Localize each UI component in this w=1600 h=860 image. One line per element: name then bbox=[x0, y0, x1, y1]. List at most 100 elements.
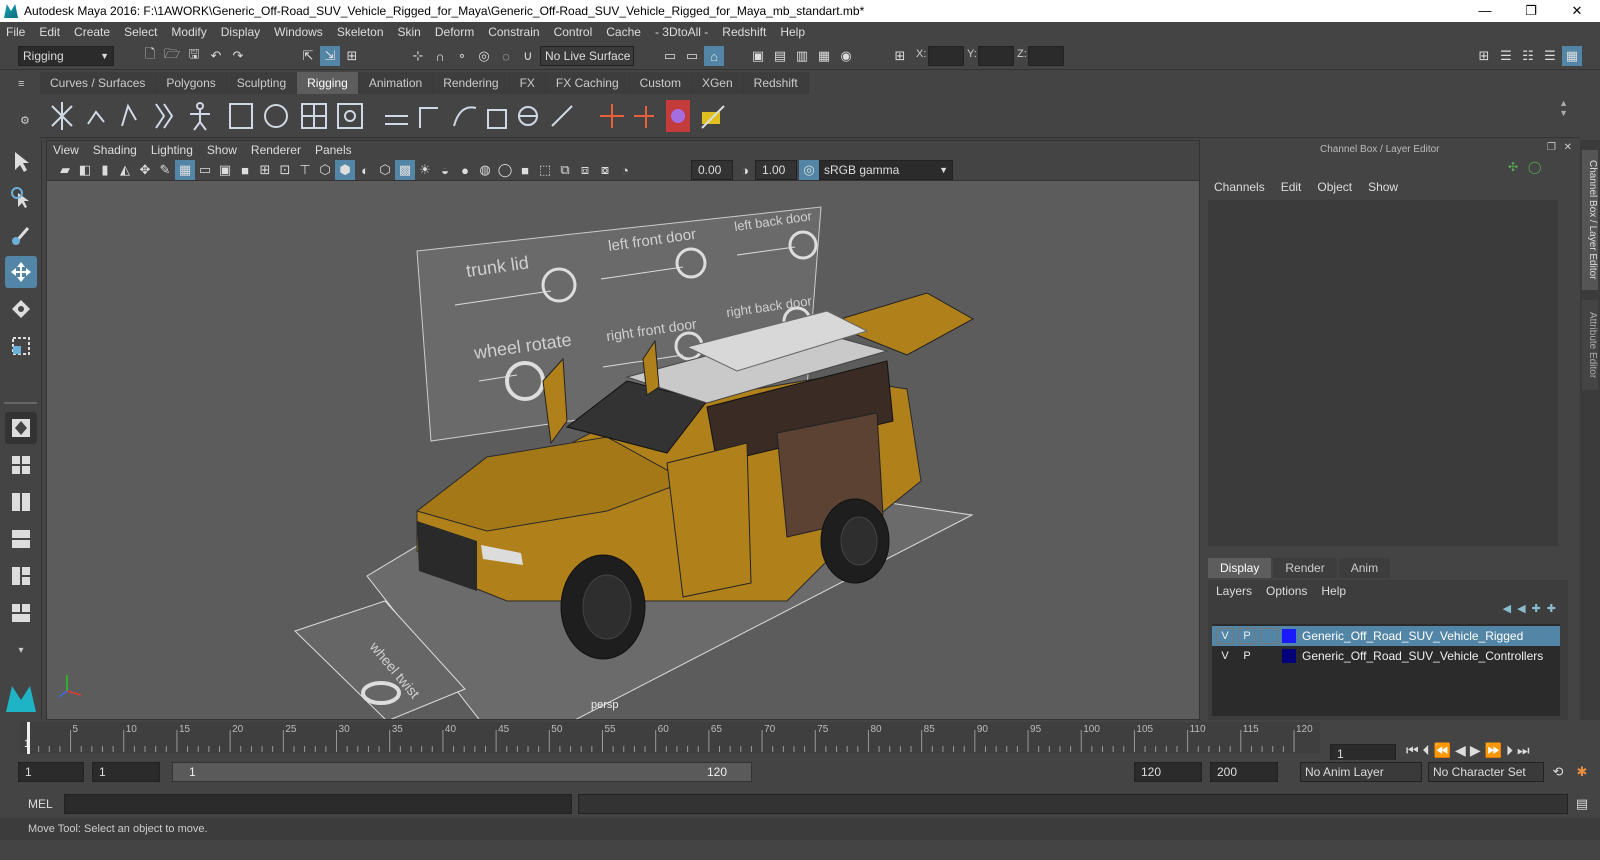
playback-start-field[interactable]: 1 bbox=[92, 762, 160, 782]
shelf-scroll-icon[interactable]: ▲ ▼ bbox=[1559, 98, 1568, 118]
close-panel-icon[interactable]: ✕ bbox=[1564, 142, 1572, 153]
menu-skeleton[interactable]: Skeleton bbox=[337, 25, 384, 39]
new-scene-icon[interactable]: 🗋 bbox=[140, 46, 160, 66]
animation-preferences-icon[interactable]: ✱ bbox=[1572, 762, 1592, 782]
auto-key-icon[interactable]: ⟲ bbox=[1548, 762, 1568, 782]
persp-outliner-layout-icon[interactable] bbox=[5, 486, 37, 518]
smooth-shade-icon[interactable]: ⬢ bbox=[335, 160, 355, 180]
viewport-menu-show[interactable]: Show bbox=[207, 143, 237, 157]
grid-toggle-icon[interactable]: ▦ bbox=[175, 160, 195, 180]
construction-history-icon[interactable]: ⌂ bbox=[704, 46, 724, 66]
tab-animation[interactable]: Animation bbox=[358, 72, 434, 94]
new-layer-selected-icon[interactable]: ✚ bbox=[1547, 602, 1556, 615]
single-perspective-layout-icon[interactable] bbox=[5, 412, 37, 444]
play-forward-icon[interactable]: ▶ bbox=[1470, 742, 1481, 759]
four-view-layout-icon[interactable] bbox=[5, 449, 37, 481]
tab-polygons[interactable]: Polygons bbox=[156, 72, 227, 94]
2d-pan-zoom-icon[interactable]: ✥ bbox=[135, 160, 155, 180]
end-time-field[interactable]: 200 bbox=[1210, 762, 1278, 782]
tool-settings-icon[interactable]: ☷ bbox=[1518, 46, 1538, 66]
redo-icon[interactable]: ↷ bbox=[228, 46, 248, 66]
more-layouts-icon[interactable]: ▾ bbox=[5, 634, 37, 666]
menu-skin[interactable]: Skin bbox=[398, 25, 421, 39]
help-menu[interactable]: Help bbox=[1321, 584, 1346, 598]
new-layer-icon[interactable]: ✚ bbox=[1532, 602, 1541, 615]
select-by-object-icon[interactable]: ⇲ bbox=[320, 46, 340, 66]
paint-select-tool-icon[interactable] bbox=[5, 219, 37, 251]
layer-visibility-toggle[interactable]: V bbox=[1216, 648, 1234, 664]
z-field[interactable] bbox=[1028, 46, 1064, 66]
channels-menu[interactable]: Channels bbox=[1214, 180, 1265, 194]
field-chart-icon[interactable]: ⊞ bbox=[255, 160, 275, 180]
menu-display[interactable]: Display bbox=[221, 25, 260, 39]
snap-curve-icon[interactable]: ∩ bbox=[430, 46, 450, 66]
step-back-frame-icon[interactable]: ⏴ bbox=[1423, 742, 1430, 759]
persp-graph-layout-icon[interactable] bbox=[5, 523, 37, 555]
x-field[interactable] bbox=[928, 46, 964, 66]
layer-color-swatch[interactable] bbox=[1282, 629, 1296, 643]
tab-channel-box-layer-editor[interactable]: Channel Box / Layer Editor bbox=[1582, 150, 1598, 290]
save-scene-icon[interactable]: 🖫 bbox=[184, 46, 204, 66]
wireframe-on-shaded-icon[interactable]: ⬡ bbox=[375, 160, 395, 180]
viewport-menu-panels[interactable]: Panels bbox=[315, 143, 352, 157]
film-gate-icon[interactable]: ▭ bbox=[195, 160, 215, 180]
layer-name[interactable]: Generic_Off_Road_SUV_Vehicle_Controllers bbox=[1302, 649, 1543, 663]
colorspace-dropdown[interactable]: sRGB gamma ▼ bbox=[819, 160, 953, 180]
input-ops-icon[interactable]: ▭ bbox=[660, 46, 680, 66]
layer-row[interactable]: V P Generic_Off_Road_SUV_Vehicle_Rigged bbox=[1212, 626, 1560, 646]
close-button[interactable]: ✕ bbox=[1554, 0, 1600, 22]
float-panel-icon[interactable]: ❐ bbox=[1547, 142, 1556, 153]
output-ops-icon[interactable]: ▭ bbox=[682, 46, 702, 66]
menu-control[interactable]: Control bbox=[554, 25, 593, 39]
show-menu[interactable]: Show bbox=[1368, 180, 1398, 194]
safe-action-icon[interactable]: ⊡ bbox=[275, 160, 295, 180]
layer-color-swatch[interactable] bbox=[1282, 649, 1296, 663]
shadows-icon[interactable]: ◒ bbox=[435, 160, 455, 180]
scene-render[interactable]: trunk lid left front door left back door… bbox=[47, 181, 1199, 756]
tab-xgen[interactable]: XGen bbox=[691, 72, 744, 94]
menu-create[interactable]: Create bbox=[74, 25, 110, 39]
tab-rendering[interactable]: Rendering bbox=[433, 72, 510, 94]
menu-file[interactable]: File bbox=[6, 25, 25, 39]
menu-modify[interactable]: Modify bbox=[171, 25, 206, 39]
depth-of-field-icon[interactable]: ■ bbox=[515, 160, 535, 180]
menu-3dtoall[interactable]: - 3DtoAll - bbox=[655, 25, 708, 39]
options-menu[interactable]: Options bbox=[1266, 584, 1307, 598]
select-by-hierarchy-icon[interactable]: ⇱ bbox=[298, 46, 318, 66]
y-field[interactable] bbox=[978, 46, 1014, 66]
layer-playback-toggle[interactable]: P bbox=[1238, 648, 1256, 664]
snap-surface-icon[interactable]: ◌ bbox=[496, 46, 516, 66]
3d-viewport[interactable]: trunk lid left front door left back door… bbox=[47, 181, 1199, 756]
command-input[interactable] bbox=[64, 794, 572, 814]
object-menu[interactable]: Object bbox=[1317, 180, 1352, 194]
tab-rigging[interactable]: Rigging bbox=[297, 72, 359, 94]
layer-row[interactable]: V P Generic_Off_Road_SUV_Vehicle_Control… bbox=[1212, 646, 1560, 666]
tab-redshift[interactable]: Redshift bbox=[743, 72, 809, 94]
go-to-start-icon[interactable]: ⏮ bbox=[1406, 742, 1419, 759]
attribute-editor-icon[interactable]: ☰ bbox=[1496, 46, 1516, 66]
move-layer-down-icon[interactable]: ◀ bbox=[1517, 602, 1525, 615]
safe-title-icon[interactable]: ⊤ bbox=[295, 160, 315, 180]
snap-point-icon[interactable]: ∘ bbox=[452, 46, 472, 66]
ipr-render-icon[interactable]: ▥ bbox=[792, 46, 812, 66]
wireframe-icon[interactable]: ⬡ bbox=[315, 160, 335, 180]
script-editor-icon[interactable]: ▤ bbox=[1572, 794, 1592, 814]
go-to-end-icon[interactable]: ⏭ bbox=[1517, 742, 1530, 759]
menu-deform[interactable]: Deform bbox=[435, 25, 474, 39]
menu-help[interactable]: Help bbox=[780, 25, 805, 39]
tab-sculpting[interactable]: Sculpting bbox=[226, 72, 298, 94]
menu-select[interactable]: Select bbox=[124, 25, 157, 39]
viewport-menu-view[interactable]: View bbox=[53, 143, 79, 157]
gamma-icon[interactable]: ◑ bbox=[735, 160, 755, 180]
edit-menu[interactable]: Edit bbox=[1281, 180, 1302, 194]
isolate-select-icon[interactable]: ⬚ bbox=[535, 160, 555, 180]
gate-mask-icon[interactable]: ■ bbox=[235, 160, 255, 180]
time-slider[interactable]: 5 10 15 20 25 30 35 40 45 50 55 60 65 70 75 80 85 90 95 100… bbox=[20, 722, 1320, 754]
rigging-shelf-icons[interactable] bbox=[40, 94, 760, 138]
hypershade-layout-icon[interactable] bbox=[5, 560, 37, 592]
tab-fx-caching[interactable]: FX Caching bbox=[545, 72, 630, 94]
move-tool-icon[interactable] bbox=[5, 256, 37, 288]
layer-playback-toggle[interactable]: P bbox=[1238, 628, 1256, 644]
channel-icons-icon[interactable]: ✣ bbox=[1508, 160, 1518, 174]
select-by-component-icon[interactable]: ⊞ bbox=[342, 46, 362, 66]
